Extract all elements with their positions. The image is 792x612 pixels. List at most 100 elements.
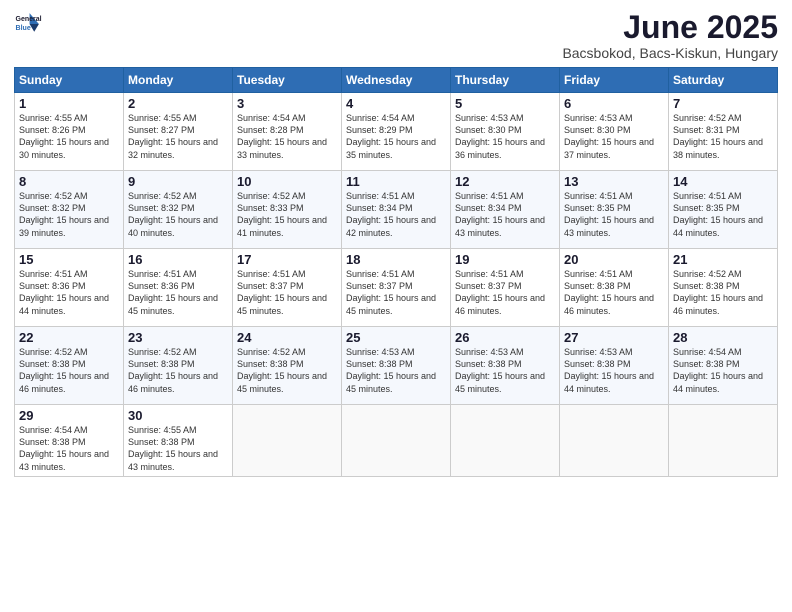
day-cell: 17 Sunrise: 4:51 AM Sunset: 8:37 PM Dayl…	[233, 249, 342, 327]
day-info: Sunrise: 4:52 AM Sunset: 8:38 PM Dayligh…	[19, 346, 119, 395]
day-number: 10	[237, 174, 337, 189]
day-info: Sunrise: 4:51 AM Sunset: 8:37 PM Dayligh…	[455, 268, 555, 317]
day-number: 19	[455, 252, 555, 267]
day-cell: 12 Sunrise: 4:51 AM Sunset: 8:34 PM Dayl…	[451, 171, 560, 249]
day-cell: 4 Sunrise: 4:54 AM Sunset: 8:29 PM Dayli…	[342, 93, 451, 171]
day-number: 27	[564, 330, 664, 345]
day-info: Sunrise: 4:51 AM Sunset: 8:35 PM Dayligh…	[564, 190, 664, 239]
day-cell: 24 Sunrise: 4:52 AM Sunset: 8:38 PM Dayl…	[233, 327, 342, 405]
day-cell: 19 Sunrise: 4:51 AM Sunset: 8:37 PM Dayl…	[451, 249, 560, 327]
day-number: 4	[346, 96, 446, 111]
day-cell: 8 Sunrise: 4:52 AM Sunset: 8:32 PM Dayli…	[15, 171, 124, 249]
day-cell: 26 Sunrise: 4:53 AM Sunset: 8:38 PM Dayl…	[451, 327, 560, 405]
day-cell: 7 Sunrise: 4:52 AM Sunset: 8:31 PM Dayli…	[669, 93, 778, 171]
day-number: 25	[346, 330, 446, 345]
day-number: 23	[128, 330, 228, 345]
day-number: 30	[128, 408, 228, 423]
col-friday: Friday	[560, 68, 669, 93]
day-cell: 5 Sunrise: 4:53 AM Sunset: 8:30 PM Dayli…	[451, 93, 560, 171]
day-cell: 9 Sunrise: 4:52 AM Sunset: 8:32 PM Dayli…	[124, 171, 233, 249]
day-cell: 16 Sunrise: 4:51 AM Sunset: 8:36 PM Dayl…	[124, 249, 233, 327]
day-info: Sunrise: 4:51 AM Sunset: 8:34 PM Dayligh…	[346, 190, 446, 239]
day-number: 24	[237, 330, 337, 345]
day-cell: 29 Sunrise: 4:54 AM Sunset: 8:38 PM Dayl…	[15, 405, 124, 477]
day-info: Sunrise: 4:51 AM Sunset: 8:37 PM Dayligh…	[237, 268, 337, 317]
day-cell: 13 Sunrise: 4:51 AM Sunset: 8:35 PM Dayl…	[560, 171, 669, 249]
calendar: Sunday Monday Tuesday Wednesday Thursday…	[14, 67, 778, 477]
day-info: Sunrise: 4:52 AM Sunset: 8:38 PM Dayligh…	[128, 346, 228, 395]
day-info: Sunrise: 4:51 AM Sunset: 8:38 PM Dayligh…	[564, 268, 664, 317]
day-cell: 30 Sunrise: 4:55 AM Sunset: 8:38 PM Dayl…	[124, 405, 233, 477]
day-number: 28	[673, 330, 773, 345]
day-number: 2	[128, 96, 228, 111]
day-cell: 15 Sunrise: 4:51 AM Sunset: 8:36 PM Dayl…	[15, 249, 124, 327]
col-tuesday: Tuesday	[233, 68, 342, 93]
day-cell: 21 Sunrise: 4:52 AM Sunset: 8:38 PM Dayl…	[669, 249, 778, 327]
day-number: 14	[673, 174, 773, 189]
day-number: 9	[128, 174, 228, 189]
day-info: Sunrise: 4:53 AM Sunset: 8:38 PM Dayligh…	[346, 346, 446, 395]
day-number: 1	[19, 96, 119, 111]
day-cell: 27 Sunrise: 4:53 AM Sunset: 8:38 PM Dayl…	[560, 327, 669, 405]
day-number: 26	[455, 330, 555, 345]
day-info: Sunrise: 4:55 AM Sunset: 8:26 PM Dayligh…	[19, 112, 119, 161]
col-thursday: Thursday	[451, 68, 560, 93]
empty-cell	[451, 405, 560, 477]
empty-cell	[669, 405, 778, 477]
day-number: 6	[564, 96, 664, 111]
day-info: Sunrise: 4:53 AM Sunset: 8:30 PM Dayligh…	[564, 112, 664, 161]
day-info: Sunrise: 4:52 AM Sunset: 8:33 PM Dayligh…	[237, 190, 337, 239]
day-info: Sunrise: 4:52 AM Sunset: 8:31 PM Dayligh…	[673, 112, 773, 161]
day-cell: 10 Sunrise: 4:52 AM Sunset: 8:33 PM Dayl…	[233, 171, 342, 249]
day-cell: 11 Sunrise: 4:51 AM Sunset: 8:34 PM Dayl…	[342, 171, 451, 249]
day-number: 20	[564, 252, 664, 267]
col-saturday: Saturday	[669, 68, 778, 93]
svg-text:General: General	[16, 16, 42, 23]
day-number: 29	[19, 408, 119, 423]
day-cell: 20 Sunrise: 4:51 AM Sunset: 8:38 PM Dayl…	[560, 249, 669, 327]
day-cell: 6 Sunrise: 4:53 AM Sunset: 8:30 PM Dayli…	[560, 93, 669, 171]
day-number: 12	[455, 174, 555, 189]
day-info: Sunrise: 4:54 AM Sunset: 8:29 PM Dayligh…	[346, 112, 446, 161]
empty-cell	[342, 405, 451, 477]
day-info: Sunrise: 4:53 AM Sunset: 8:30 PM Dayligh…	[455, 112, 555, 161]
day-number: 22	[19, 330, 119, 345]
day-info: Sunrise: 4:53 AM Sunset: 8:38 PM Dayligh…	[564, 346, 664, 395]
day-number: 16	[128, 252, 228, 267]
day-number: 7	[673, 96, 773, 111]
header-row: Sunday Monday Tuesday Wednesday Thursday…	[15, 68, 778, 93]
day-cell: 2 Sunrise: 4:55 AM Sunset: 8:27 PM Dayli…	[124, 93, 233, 171]
col-sunday: Sunday	[15, 68, 124, 93]
header: General Blue June 2025 Bacsbokod, Bacs-K…	[14, 10, 778, 61]
logo: General Blue	[14, 10, 42, 38]
empty-cell	[560, 405, 669, 477]
day-cell: 25 Sunrise: 4:53 AM Sunset: 8:38 PM Dayl…	[342, 327, 451, 405]
day-info: Sunrise: 4:51 AM Sunset: 8:37 PM Dayligh…	[346, 268, 446, 317]
day-number: 3	[237, 96, 337, 111]
day-info: Sunrise: 4:54 AM Sunset: 8:38 PM Dayligh…	[673, 346, 773, 395]
day-number: 5	[455, 96, 555, 111]
svg-text:Blue: Blue	[16, 25, 31, 32]
day-info: Sunrise: 4:55 AM Sunset: 8:27 PM Dayligh…	[128, 112, 228, 161]
day-number: 18	[346, 252, 446, 267]
main-title: June 2025	[562, 10, 778, 45]
day-info: Sunrise: 4:51 AM Sunset: 8:34 PM Dayligh…	[455, 190, 555, 239]
subtitle: Bacsbokod, Bacs-Kiskun, Hungary	[562, 45, 778, 61]
day-info: Sunrise: 4:55 AM Sunset: 8:38 PM Dayligh…	[128, 424, 228, 473]
page: General Blue June 2025 Bacsbokod, Bacs-K…	[0, 0, 792, 612]
day-info: Sunrise: 4:54 AM Sunset: 8:28 PM Dayligh…	[237, 112, 337, 161]
day-cell: 22 Sunrise: 4:52 AM Sunset: 8:38 PM Dayl…	[15, 327, 124, 405]
col-wednesday: Wednesday	[342, 68, 451, 93]
day-info: Sunrise: 4:51 AM Sunset: 8:35 PM Dayligh…	[673, 190, 773, 239]
day-info: Sunrise: 4:54 AM Sunset: 8:38 PM Dayligh…	[19, 424, 119, 473]
day-number: 17	[237, 252, 337, 267]
day-info: Sunrise: 4:52 AM Sunset: 8:32 PM Dayligh…	[19, 190, 119, 239]
col-monday: Monday	[124, 68, 233, 93]
day-cell: 14 Sunrise: 4:51 AM Sunset: 8:35 PM Dayl…	[669, 171, 778, 249]
day-cell: 28 Sunrise: 4:54 AM Sunset: 8:38 PM Dayl…	[669, 327, 778, 405]
day-number: 8	[19, 174, 119, 189]
day-cell: 18 Sunrise: 4:51 AM Sunset: 8:37 PM Dayl…	[342, 249, 451, 327]
day-info: Sunrise: 4:52 AM Sunset: 8:38 PM Dayligh…	[237, 346, 337, 395]
day-cell: 23 Sunrise: 4:52 AM Sunset: 8:38 PM Dayl…	[124, 327, 233, 405]
day-cell: 1 Sunrise: 4:55 AM Sunset: 8:26 PM Dayli…	[15, 93, 124, 171]
